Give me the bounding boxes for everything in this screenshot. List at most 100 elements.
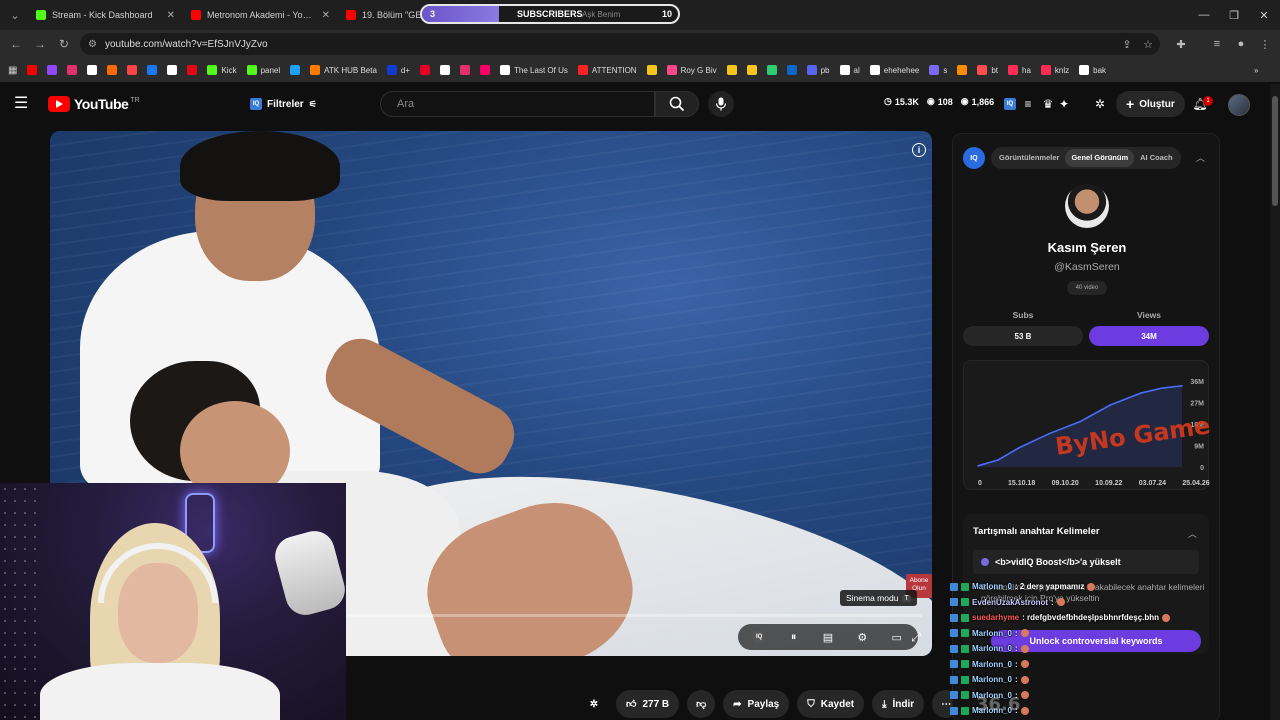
bookmark-item[interactable]: panel <box>243 60 285 80</box>
bookmark-item[interactable] <box>456 60 474 80</box>
bookmark-item[interactable] <box>723 60 741 80</box>
minimize-icon[interactable]: — <box>1188 0 1220 30</box>
bookmark-item[interactable] <box>143 60 161 80</box>
video-actions: ✲ 👍︎ 277 B 👎︎ ➦ Paylaş ⛉ Kaydet ⤓ İndir … <box>580 690 961 718</box>
forward-icon[interactable]: → <box>28 32 52 56</box>
vidiq-tab[interactable]: Görüntülenmeler <box>993 149 1065 167</box>
youtube-logo[interactable]: YouTube TR <box>48 94 140 114</box>
boost-upgrade-row[interactable]: <b>vidIQ Boost</b>'a yükselt <box>973 550 1199 574</box>
subtitles-icon[interactable]: ▤ <box>818 627 838 647</box>
bookmark-item[interactable]: Kick <box>203 60 240 80</box>
bookmark-star-icon[interactable]: ☆ <box>1137 33 1159 55</box>
dislike-button[interactable]: 👎︎ <box>687 690 716 718</box>
search-input[interactable]: Ara <box>380 91 655 117</box>
bookmark-item[interactable] <box>436 60 454 80</box>
menu-hamburger-icon[interactable]: ☰ <box>14 94 34 114</box>
chart-y-tick-label: 36M <box>1190 379 1204 386</box>
bookmark-item[interactable] <box>183 60 201 80</box>
bookmark-item[interactable] <box>23 60 41 80</box>
bookmark-item[interactable]: Roy G Biv <box>663 60 721 80</box>
close-window-icon[interactable]: ✕ <box>1248 0 1280 30</box>
profile-icon[interactable]: ● <box>1230 33 1252 55</box>
site-info-icon[interactable]: ⚙ <box>88 39 97 50</box>
save-button[interactable]: ⛉ Kaydet <box>797 690 865 718</box>
search-icon <box>669 96 685 112</box>
bookmark-item[interactable]: s <box>925 60 951 80</box>
bookmark-item[interactable] <box>103 60 121 80</box>
apps-icon[interactable]: ▦ <box>4 60 21 80</box>
media-controls-icon[interactable]: ≡ <box>1206 33 1228 55</box>
bookmark-item[interactable]: The Last Of Us <box>496 60 572 80</box>
video-progress-bar[interactable] <box>346 614 922 617</box>
search-button[interactable] <box>655 91 699 117</box>
download-button[interactable]: ⤓ İndir <box>872 690 925 718</box>
bookmark-item[interactable] <box>476 60 494 80</box>
bookmark-item[interactable] <box>643 60 661 80</box>
create-button[interactable]: + Oluştur <box>1116 91 1185 117</box>
subs-pill[interactable]: 53 B <box>963 326 1083 346</box>
tab-search-icon[interactable]: ⌄ <box>2 4 28 26</box>
bookmark-item[interactable]: bt <box>973 60 1002 80</box>
vidiq-action-icon[interactable]: ✲ <box>580 690 608 718</box>
tab-close-icon[interactable]: ✕ <box>322 10 330 21</box>
vidiq-player-icon[interactable]: IQ <box>749 627 769 647</box>
bookmark-item[interactable]: ATK HUB Beta <box>306 60 381 80</box>
reload-icon[interactable]: ↻ <box>52 32 76 56</box>
install-app-icon[interactable]: ⇪ <box>1116 33 1138 55</box>
bookmark-item[interactable] <box>743 60 761 80</box>
collapse-chevron-icon[interactable]: ︿ <box>1196 151 1205 164</box>
maximize-icon[interactable]: ❐ <box>1218 0 1250 30</box>
bookmark-item[interactable]: ATTENTION <box>574 60 641 80</box>
scrollbar-thumb[interactable] <box>1272 96 1278 206</box>
bookmark-favicon-icon <box>147 65 158 75</box>
bookmark-item[interactable]: bak <box>1075 60 1110 80</box>
vidiq-toolbar-icon[interactable]: IQ <box>1000 94 1020 114</box>
fullscreen-icon[interactable]: ⤢ <box>906 627 926 647</box>
bookmark-item[interactable] <box>63 60 81 80</box>
url-field[interactable]: ⚙ youtube.com/watch?v=EfSJnVJyZvo <box>80 33 1160 55</box>
tab-close-icon[interactable]: ✕ <box>167 10 175 21</box>
info-icon[interactable]: i <box>912 143 926 157</box>
theater-mode-icon[interactable]: ▭ <box>887 627 907 647</box>
like-button[interactable]: 👍︎ 277 B <box>616 690 680 718</box>
browser-tab[interactable]: Stream - Kick Dashboard ✕ <box>28 2 183 28</box>
chart-point <box>977 465 979 467</box>
share-button[interactable]: ➦ Paylaş <box>723 690 790 718</box>
list-icon[interactable]: ≡ <box>1018 94 1038 114</box>
voice-search-button[interactable] <box>708 91 734 117</box>
filters-button[interactable]: IQ Filtreler ⚟ <box>250 94 317 114</box>
pause-icon[interactable]: ⏸ <box>784 627 804 647</box>
bookmark-item[interactable] <box>416 60 434 80</box>
bookmark-item[interactable] <box>83 60 101 80</box>
extensions-icon[interactable]: ✚ <box>1170 33 1192 55</box>
bookmark-item[interactable] <box>123 60 141 80</box>
vidiq-tab[interactable]: AI Coach <box>1134 149 1179 167</box>
bookmark-item[interactable]: ha <box>1004 60 1035 80</box>
bookmark-item[interactable]: knlz <box>1037 60 1073 80</box>
browser-tab[interactable]: Metronom Akademi - YouTube ✕ <box>183 2 338 28</box>
menu-icon[interactable]: ⋮ <box>1254 33 1276 55</box>
account-avatar[interactable] <box>1228 94 1250 116</box>
bookmark-item[interactable]: ehehehee <box>866 60 924 80</box>
vidiq-tab[interactable]: Genel Görünüm <box>1065 149 1135 167</box>
settings-icon[interactable]: ⚙ <box>852 627 872 647</box>
sparkle-icon[interactable]: ✦ <box>1054 94 1074 114</box>
back-icon[interactable]: ← <box>4 32 28 56</box>
bookmark-favicon-icon <box>726 65 737 75</box>
bookmark-item[interactable] <box>953 60 971 80</box>
bookmark-item[interactable] <box>163 60 181 80</box>
bookmark-item[interactable] <box>286 60 304 80</box>
bookmark-item[interactable] <box>43 60 61 80</box>
more-bookmarks-icon[interactable]: » <box>1250 60 1262 80</box>
extension-gear-icon[interactable]: ✲ <box>1090 94 1110 114</box>
bookmark-item[interactable]: pb <box>803 60 834 80</box>
views-pill[interactable]: 34M <box>1089 326 1209 346</box>
bookmark-favicon-icon <box>806 65 817 75</box>
bookmark-item[interactable]: al <box>836 60 864 80</box>
bookmark-item[interactable]: d+ <box>383 60 414 80</box>
bookmark-item[interactable] <box>783 60 801 80</box>
create-label: Oluştur <box>1139 98 1175 110</box>
page-scrollbar[interactable] <box>1270 84 1280 720</box>
bookmark-item[interactable] <box>763 60 781 80</box>
section-collapse-icon[interactable]: ︿ <box>1188 527 1197 540</box>
